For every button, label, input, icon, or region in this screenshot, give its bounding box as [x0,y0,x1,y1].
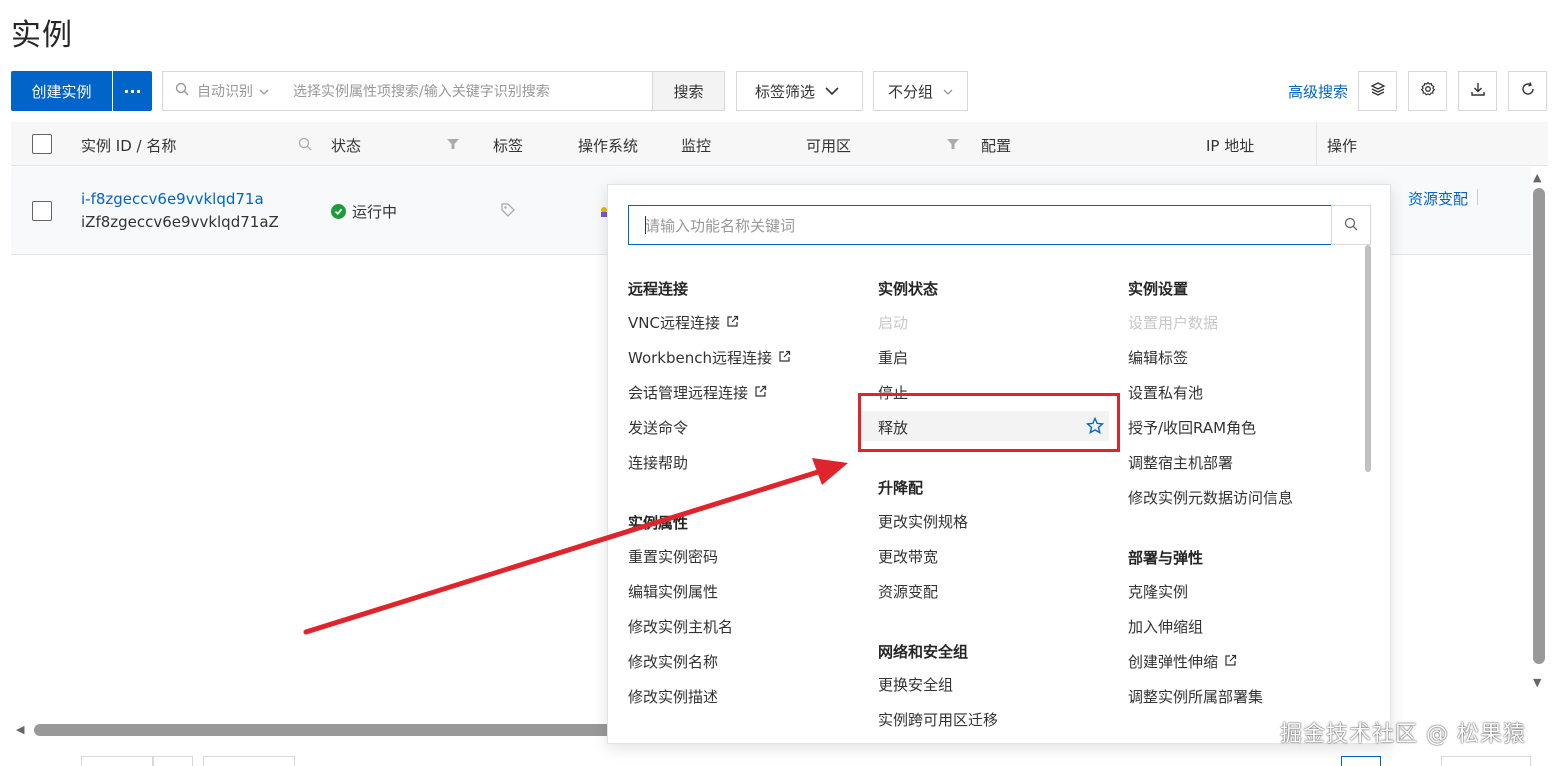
watermark: 掘金技术社区 @ 松果猿 [1280,722,1526,747]
ecs-console: 实例 创建实例 ··· 自动识别 选择实例属性项搜索/输入关键字识别搜索 搜索 … [0,0,1562,766]
annotation-arrow [303,458,848,635]
